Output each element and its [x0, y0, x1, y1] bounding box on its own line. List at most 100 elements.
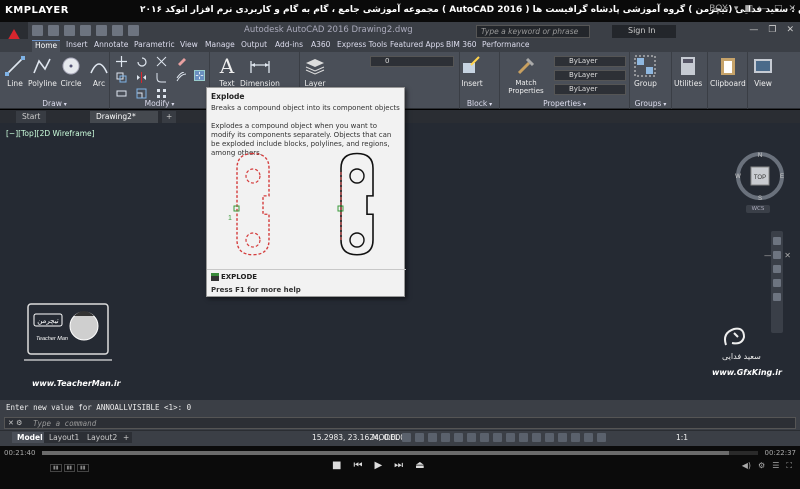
transparency-icon[interactable] — [506, 433, 515, 442]
circle-button[interactable]: Circle — [60, 55, 82, 88]
tab-insert[interactable]: Insert — [66, 40, 88, 49]
play-icon[interactable]: ▶ — [374, 460, 382, 471]
command-line[interactable]: ✕ ⚙ Type a command — [4, 417, 796, 429]
viewcube[interactable]: TOP N S W E — [734, 150, 786, 202]
showmotion-icon[interactable] — [773, 293, 781, 301]
tab-view[interactable]: View — [180, 40, 198, 49]
copy-icon[interactable] — [116, 72, 127, 83]
undo-icon[interactable] — [112, 25, 123, 36]
dynamic-ucs-icon[interactable] — [545, 433, 554, 442]
close-icon[interactable]: ✕ — [786, 25, 794, 35]
playlist-icon[interactable]: ☰ — [772, 461, 779, 471]
viewport-controls[interactable]: [−][Top][2D Wireframe] — [6, 129, 95, 138]
signin-button[interactable]: Sign In — [612, 25, 676, 38]
lineweight-icon[interactable] — [493, 433, 502, 442]
object-snap-icon[interactable] — [480, 433, 489, 442]
tab-manage[interactable]: Manage — [205, 40, 235, 49]
layer-properties-button[interactable]: Layer — [304, 55, 326, 88]
lineweight-dropdown[interactable]: ByLayer — [554, 84, 626, 95]
annotation-scale[interactable]: 1:1 — [676, 433, 688, 442]
utilities-button[interactable]: Utilities — [674, 55, 702, 88]
ortho-icon[interactable] — [428, 433, 437, 442]
zoom-icon[interactable] — [773, 265, 781, 273]
view-button[interactable]: View — [752, 55, 774, 88]
explode-icon[interactable] — [194, 70, 205, 81]
3d-osnap-icon[interactable] — [532, 433, 541, 442]
redo-icon[interactable] — [128, 25, 139, 36]
properties-panel-title[interactable]: Properties — [500, 99, 629, 108]
tab-express-tools[interactable]: Express Tools — [337, 40, 387, 49]
group-button[interactable]: Group — [634, 55, 657, 88]
selection-cycling-icon[interactable] — [519, 433, 528, 442]
tab-featured-apps[interactable]: Featured Apps — [390, 40, 444, 49]
seek-bar[interactable] — [42, 451, 758, 455]
player-box-label[interactable]: BOX — [709, 4, 728, 14]
command-customize-icon[interactable]: ✕ ⚙ — [8, 419, 22, 427]
tab-model[interactable]: Model — [12, 432, 48, 443]
isodraft-icon[interactable] — [454, 433, 463, 442]
match-properties-button[interactable]: Match Properties — [506, 55, 546, 95]
pan-icon[interactable] — [773, 251, 781, 259]
text-button[interactable]: A Text — [216, 55, 238, 88]
settings-icon[interactable]: ⚙ — [758, 461, 765, 471]
minimize-icon[interactable]: — — [749, 25, 758, 35]
array-icon[interactable] — [156, 88, 167, 99]
navigation-bar[interactable] — [771, 231, 783, 333]
linetype-dropdown[interactable]: ByLayer — [554, 70, 626, 81]
add-layout-button[interactable]: + — [120, 432, 133, 443]
modify-panel-title[interactable]: Modify — [110, 99, 209, 108]
trim-icon[interactable] — [156, 56, 167, 67]
tab-performance[interactable]: Performance — [482, 40, 530, 49]
tab-layout1[interactable]: Layout1 — [44, 432, 85, 443]
eject-icon[interactable]: ⏏ — [415, 460, 424, 471]
scale-icon[interactable] — [136, 88, 147, 99]
arc-button[interactable]: Arc — [88, 55, 110, 88]
annotation-visibility-icon[interactable] — [584, 433, 593, 442]
save-as-icon[interactable] — [80, 25, 91, 36]
polyline-button[interactable]: Polyline — [28, 55, 57, 88]
insert-button[interactable]: Insert — [461, 55, 483, 88]
tab-output[interactable]: Output — [241, 40, 267, 49]
tab-a360[interactable]: A360 — [311, 40, 330, 49]
open-icon[interactable] — [48, 25, 59, 36]
polar-icon[interactable] — [441, 433, 450, 442]
object-snap-tracking-icon[interactable] — [467, 433, 476, 442]
tab-layout2[interactable]: Layout2 — [82, 432, 123, 443]
orbit-icon[interactable] — [773, 279, 781, 287]
help-search-input[interactable]: Type a keyword or phrase — [476, 25, 590, 38]
wcs-menu[interactable]: WCS — [746, 205, 770, 213]
next-icon[interactable]: ⏭ — [394, 460, 403, 471]
line-button[interactable]: Line — [4, 55, 26, 88]
tab-annotate[interactable]: Annotate — [94, 40, 128, 49]
tab-add-ins[interactable]: Add-ins — [275, 40, 303, 49]
player-minimize-icon[interactable]: — — [759, 4, 768, 14]
stop-icon[interactable]: ■ — [332, 460, 341, 471]
fullscreen-icon[interactable]: ⛶ — [786, 461, 792, 471]
dimension-button[interactable]: Dimension — [240, 55, 280, 88]
clipboard-button[interactable]: Clipboard — [710, 55, 746, 88]
rotate-icon[interactable] — [136, 56, 147, 67]
erase-icon[interactable] — [176, 56, 187, 67]
move-icon[interactable] — [116, 56, 127, 67]
stretch-icon[interactable] — [116, 88, 127, 99]
save-icon[interactable] — [64, 25, 75, 36]
tab-start[interactable]: Start — [16, 111, 47, 123]
selection-filter-icon[interactable] — [558, 433, 567, 442]
restore-icon[interactable]: ❐ — [768, 25, 776, 35]
model-space-button[interactable]: MODEL — [372, 433, 399, 442]
new-tab-button[interactable]: + — [162, 111, 177, 123]
layer-dropdown[interactable]: 0 — [370, 56, 454, 67]
draw-panel-title[interactable]: Draw — [0, 99, 109, 108]
player-close-icon[interactable]: ✕ — [788, 4, 796, 14]
groups-panel-title[interactable]: Groups — [630, 99, 671, 108]
player-pin-icon[interactable]: ◧ — [744, 4, 753, 14]
previous-icon[interactable]: ⏮ — [353, 460, 362, 471]
plot-icon[interactable] — [96, 25, 107, 36]
tab-bim-360[interactable]: BIM 360 — [446, 40, 477, 49]
new-icon[interactable] — [32, 25, 43, 36]
player-maximize-icon[interactable]: □ — [774, 4, 783, 14]
tab-parametric[interactable]: Parametric — [134, 40, 175, 49]
mirror-icon[interactable] — [136, 72, 147, 83]
tab-drawing2[interactable]: Drawing2* — [90, 111, 158, 123]
tab-home[interactable]: Home — [32, 40, 61, 52]
